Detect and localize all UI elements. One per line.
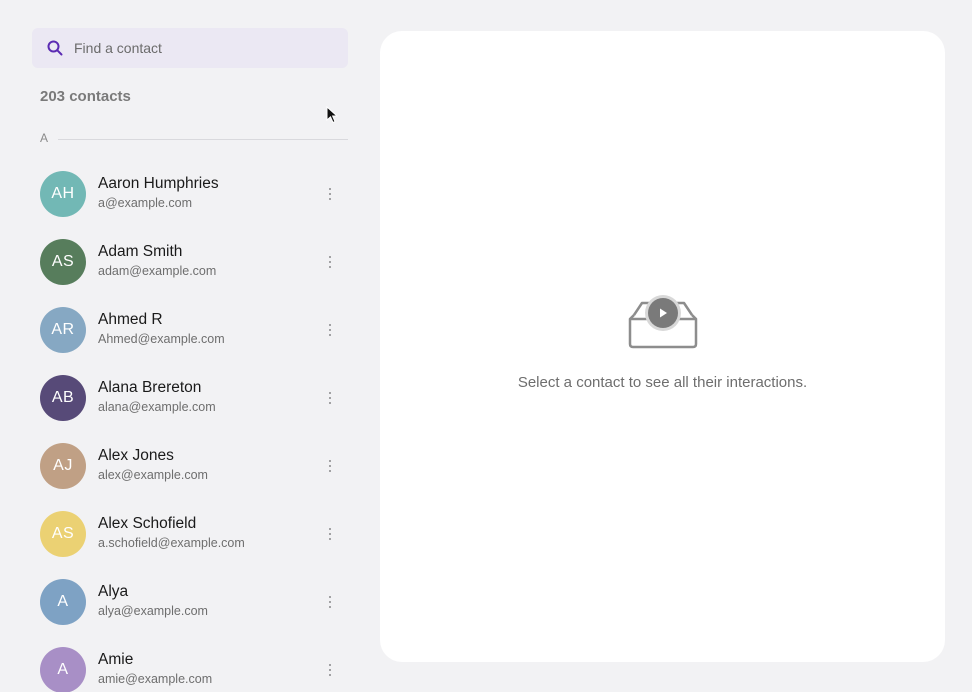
more-dot (328, 605, 332, 609)
section-letter: A (40, 131, 49, 145)
contact-email: a.schofield@example.com (98, 536, 245, 550)
contact-email: alana@example.com (98, 400, 216, 414)
avatar: AR (40, 307, 86, 353)
contact-row[interactable]: AH Aaron Humphries a@example.com (0, 160, 372, 228)
contact-row[interactable]: AB Alana Brereton alana@example.com (0, 364, 372, 432)
contact-row[interactable]: AR Ahmed R Ahmed@example.com (0, 296, 372, 364)
contact-email: alex@example.com (98, 468, 208, 482)
more-vertical-icon[interactable] (322, 524, 338, 544)
contact-email: a@example.com (98, 196, 192, 210)
avatar: AB (40, 375, 86, 421)
contact-row[interactable]: A Alya alya@example.com (0, 568, 372, 636)
avatar: A (40, 647, 86, 692)
more-dot (328, 537, 332, 541)
more-dot (328, 663, 332, 667)
search-placeholder: Find a contact (74, 40, 162, 56)
more-dot (328, 668, 332, 672)
avatar: AJ (40, 443, 86, 489)
contact-row[interactable]: AS Adam Smith adam@example.com (0, 228, 372, 296)
contact-list: AH Aaron Humphries a@example.com AS Adam Smi… (0, 160, 372, 692)
contact-name: Alana Brereton (98, 379, 202, 396)
search-icon (46, 39, 64, 57)
more-dot (328, 464, 332, 468)
more-dot (328, 265, 332, 269)
mouse-cursor-icon (326, 105, 339, 124)
contact-name: Amie (98, 651, 134, 668)
more-dot (328, 401, 332, 405)
more-vertical-icon[interactable] (322, 456, 338, 476)
more-dot (328, 459, 332, 463)
more-dot (328, 469, 332, 473)
contact-email: amie@example.com (98, 672, 213, 686)
interactions-panel: Select a contact to see all their intera… (380, 31, 945, 662)
contact-row[interactable]: AS Alex Schofield a.schofield@example.com (0, 500, 372, 568)
more-vertical-icon[interactable] (322, 184, 338, 204)
more-dot (328, 333, 332, 337)
contact-name: Adam Smith (98, 243, 183, 260)
contact-email: Ahmed@example.com (98, 332, 225, 346)
contacts-count: 203 contacts (40, 88, 131, 105)
more-dot (328, 323, 332, 327)
section-divider (58, 139, 348, 140)
more-vertical-icon[interactable] (322, 388, 338, 408)
contact-row[interactable]: AJ Alex Jones alex@example.com (0, 432, 372, 500)
more-dot (328, 391, 332, 395)
contact-row[interactable]: A Amie amie@example.com (0, 636, 372, 692)
contact-email: adam@example.com (98, 264, 217, 278)
contact-name: Ahmed R (98, 311, 163, 328)
more-dot (328, 187, 332, 191)
more-dot (328, 255, 332, 259)
avatar: A (40, 579, 86, 625)
more-vertical-icon[interactable] (322, 592, 338, 612)
more-dot (328, 328, 332, 332)
contact-name: Alex Schofield (98, 515, 197, 532)
empty-state-message: Select a contact to see all their intera… (517, 374, 808, 391)
more-dot (328, 527, 332, 531)
contact-email: alya@example.com (98, 604, 208, 618)
more-vertical-icon[interactable] (322, 660, 338, 680)
app-window: Find a contact 203 contacts A AH Aaron Hu… (0, 0, 972, 692)
avatar: AS (40, 511, 86, 557)
contacts-sidebar: Find a contact 203 contacts A AH Aaron Hu… (0, 0, 372, 692)
avatar: AH (40, 171, 86, 217)
contact-name: Alya (98, 583, 129, 600)
more-dot (328, 600, 332, 604)
more-dot (328, 396, 332, 400)
play-icon[interactable] (648, 298, 678, 328)
more-dot (328, 197, 332, 201)
avatar: AS (40, 239, 86, 285)
more-dot (328, 532, 332, 536)
more-dot (328, 192, 332, 196)
contact-name: Aaron Humphries (98, 175, 219, 192)
more-dot (328, 260, 332, 264)
more-vertical-icon[interactable] (322, 252, 338, 272)
more-vertical-icon[interactable] (322, 320, 338, 340)
search-input[interactable]: Find a contact (32, 28, 348, 68)
more-dot (328, 673, 332, 677)
contact-name: Alex Jones (98, 447, 174, 464)
more-dot (328, 595, 332, 599)
